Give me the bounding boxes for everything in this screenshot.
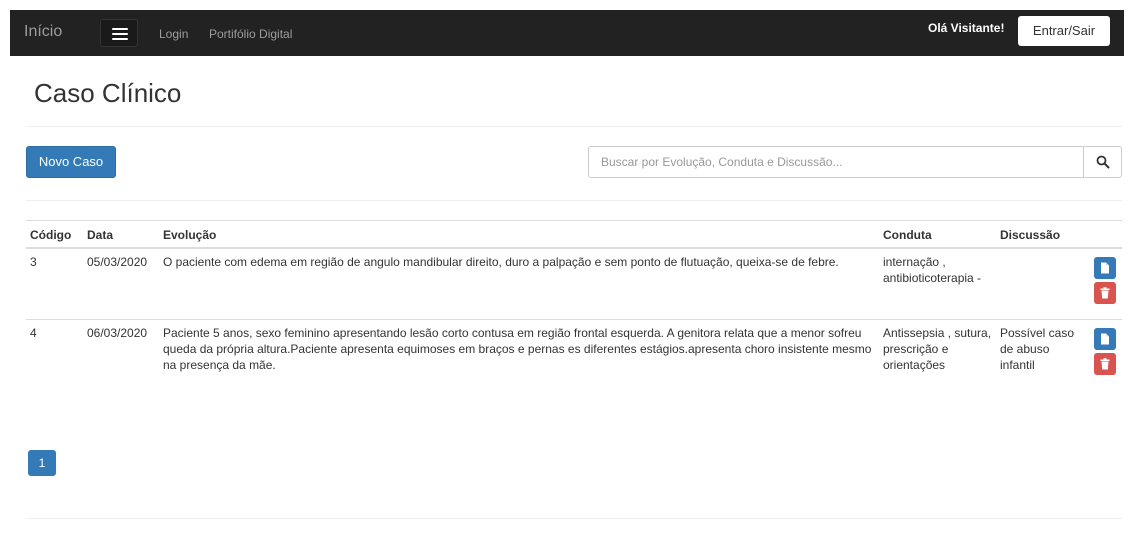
nav-brand-link[interactable]: Início [24, 23, 62, 41]
divider [26, 200, 1122, 201]
greeting-text: Olá Visitante! [928, 21, 1005, 35]
nav-link-login[interactable]: Login [159, 27, 188, 41]
file-icon [1101, 262, 1109, 274]
delete-button[interactable] [1094, 352, 1116, 375]
nav-link-portfolio[interactable]: Portifólio Digital [209, 27, 292, 41]
search-input[interactable] [588, 146, 1084, 178]
search-button[interactable] [1083, 146, 1122, 178]
col-header-discussao: Discussão [996, 220, 1082, 249]
pagination-page-1[interactable]: 1 [28, 450, 56, 476]
file-icon [1101, 333, 1109, 344]
top-navbar: Início Login Portifólio Digital Olá Visi… [10, 10, 1124, 56]
col-header-conduta: Conduta [879, 220, 996, 249]
cell-codigo: 3 [26, 247, 83, 319]
search-icon [1096, 155, 1110, 169]
cell-conduta: Antissepsia , sutura, prescrição e orien… [879, 318, 996, 411]
cell-evolucao: O paciente com edema em região de angulo… [159, 247, 879, 319]
login-logout-button[interactable]: Entrar/Sair [1018, 16, 1110, 46]
hamburger-icon[interactable] [100, 19, 138, 47]
divider [26, 126, 1122, 127]
edit-button[interactable] [1094, 257, 1116, 279]
cell-data: 06/03/2020 [83, 318, 159, 411]
table-header-row: Código Data Evolução Conduta Discussão [26, 220, 1122, 249]
new-case-button[interactable]: Novo Caso [26, 146, 116, 178]
delete-button[interactable] [1094, 282, 1116, 304]
cell-evolucao: Paciente 5 anos, sexo feminino apresenta… [159, 318, 879, 411]
cell-codigo: 4 [26, 318, 83, 411]
table-row: 4 06/03/2020 Paciente 5 anos, sexo femin… [26, 318, 1122, 411]
col-header-actions [1082, 220, 1122, 249]
col-header-evolucao: Evolução [159, 220, 879, 249]
cases-table: Código Data Evolução Conduta Discussão 3… [26, 220, 1122, 411]
edit-button[interactable] [1094, 327, 1116, 350]
trash-icon [1100, 287, 1110, 299]
divider [26, 518, 1122, 519]
cell-discussao [996, 247, 1082, 319]
page-title: Caso Clínico [34, 78, 182, 108]
cell-actions [1082, 247, 1122, 319]
table-row: 3 05/03/2020 O paciente com edema em reg… [26, 247, 1122, 319]
col-header-codigo: Código [26, 220, 83, 249]
cell-actions [1082, 318, 1122, 411]
cell-data: 05/03/2020 [83, 247, 159, 319]
trash-icon [1100, 357, 1110, 369]
col-header-data: Data [83, 220, 159, 249]
cell-discussao: Possível caso de abuso infantil [996, 318, 1082, 411]
cell-conduta: internação , antibioticoterapia - [879, 247, 996, 319]
